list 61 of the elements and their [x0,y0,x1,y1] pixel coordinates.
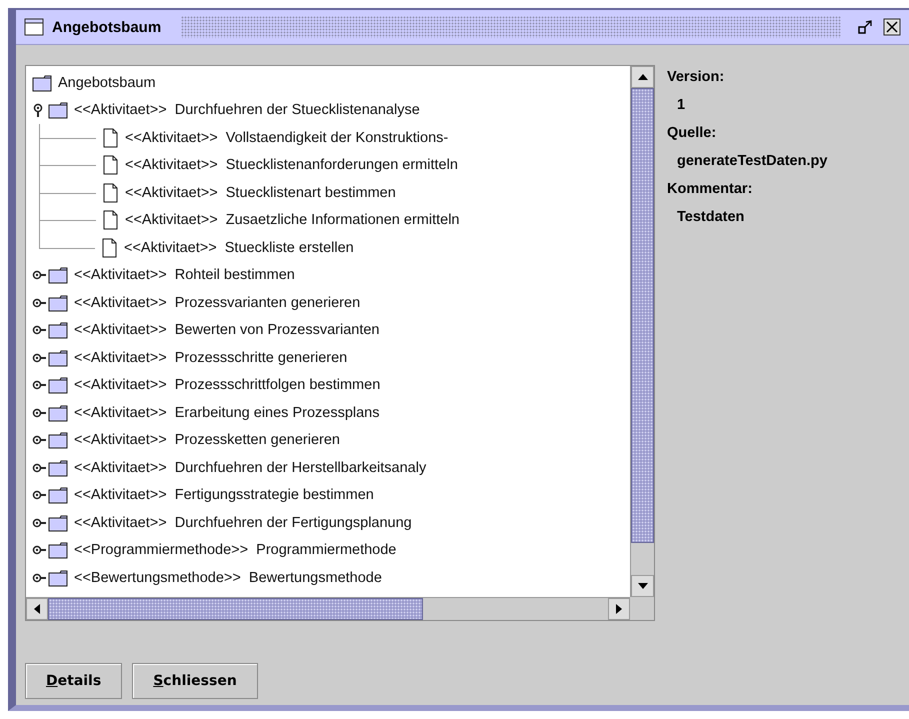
scroll-up-button[interactable] [631,66,654,88]
tree-item[interactable]: <<Aktivitaet>> Stueckliste erstellen [124,238,354,257]
close-button[interactable]: Schliessen [132,663,258,699]
scroll-right-button[interactable] [608,598,630,620]
document-icon [102,182,119,203]
tree-item[interactable]: Angebotsbaum [58,74,156,92]
left-arrow-icon [34,604,40,614]
tree-item[interactable]: <<Aktivitaet>> Stuecklistenart bestimmen [125,184,396,202]
tree-item[interactable]: <<Aktivitaet>> Vollstaendigkeit der Konstruktions- [125,128,448,147]
tree-item[interactable]: <<Aktivitaet>> Durchfuehren der Fertigungsplanung [74,514,412,532]
folder-icon [48,321,68,340]
scrollbar-thumb[interactable] [48,598,423,620]
details-button[interactable]: Details [25,663,122,699]
tree-item[interactable]: <<Programmiermethode>> Programmiermethode [74,541,396,560]
tree-item[interactable]: <<Aktivitaet>> Stuecklistenanforderungen ermitteln [125,156,458,174]
document-icon [102,210,119,230]
down-arrow-icon [638,583,648,589]
folder-icon [48,568,68,587]
up-arrow-icon [638,74,648,80]
tree-item[interactable]: <<Aktivitaet>> Prozessschritte generieren [74,348,348,367]
folder-icon [48,541,68,560]
document-icon [102,128,119,148]
folder-icon [32,74,52,92]
folder-icon [48,458,68,477]
folder-icon [48,348,68,367]
scrollbar-thumb[interactable] [631,88,654,543]
folder-icon [48,266,68,284]
tree-item[interactable]: <<Aktivitaet>> Erarbeitung eines Prozessplans [74,404,380,422]
folder-icon [48,404,68,422]
tree-item[interactable]: <<Aktivitaet>> Bewerten von Prozessvarianten [74,321,380,340]
tree-item[interactable]: <<Aktivitaet>> Prozessvarianten generieren [74,294,360,312]
document-icon [101,238,118,258]
window-icon [24,18,44,36]
document-icon [102,155,119,176]
tree-item[interactable]: <<Bewertungsmethode>> Bewertungsmethode [74,568,382,587]
folder-icon [48,486,68,504]
property-value: 1 [676,96,686,115]
right-arrow-icon [616,604,622,614]
horizontal-scrollbar[interactable] [26,597,630,620]
tree-item[interactable]: <<Aktivitaet>> Rohteil bestimmen [74,266,295,284]
folder-icon [48,294,68,312]
scroll-left-button[interactable] [26,598,48,620]
property-label: Version: [667,68,726,87]
tree-item[interactable]: <<Aktivitaet>> Prozessketten generieren [74,431,340,450]
tree-item[interactable]: <<Aktivitaet>> Fertigungsstrategie bestimmen [74,486,374,504]
scrollbar-corner [630,597,654,620]
tree-item[interactable]: <<Aktivitaet>> Durchfuehren der Herstellbarkeitsanaly [74,458,426,477]
property-value: generateTestDaten.py [676,152,828,171]
property-label: Kommentar: [667,180,754,199]
folder-icon [48,431,68,450]
folder-icon [48,376,68,394]
folder-icon [48,514,68,532]
tree-item[interactable]: <<Aktivitaet>> Prozessschrittfolgen bestimmen [74,376,380,394]
vertical-scrollbar[interactable] [630,66,654,597]
folder-icon [48,101,68,120]
tree-item[interactable]: <<Aktivitaet>> Durchfuehren der Stuecklistenanalyse [74,101,420,120]
property-value: Testdaten [676,208,746,227]
scroll-down-button[interactable] [631,575,654,597]
close-icon[interactable] [883,18,901,36]
property-label: Quelle: [667,124,718,143]
tree-item[interactable]: <<Aktivitaet>> Zusaetzliche Informationen ermitteln [125,211,460,230]
